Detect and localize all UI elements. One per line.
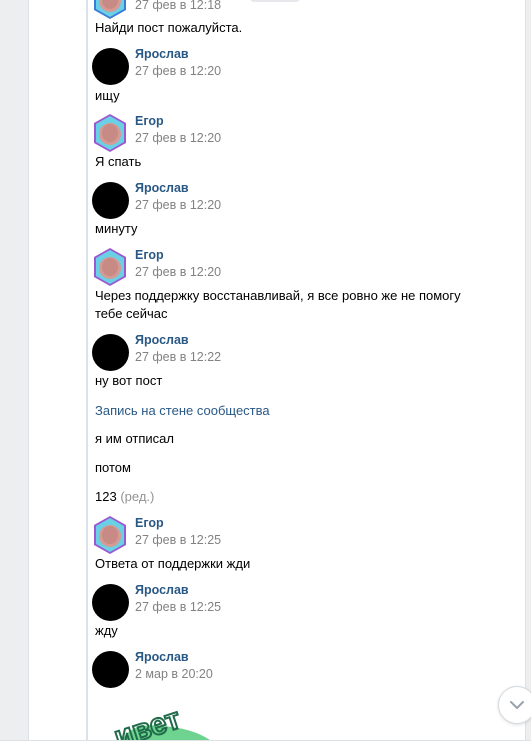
chevron-down-icon: [510, 701, 524, 709]
sticker[interactable]: ивет: [92, 692, 222, 740]
message-text: Я спать: [95, 154, 142, 169]
top-tab: [250, 0, 300, 2]
avatar-yaroslav[interactable]: [92, 584, 129, 621]
author-name[interactable]: Егор: [135, 114, 164, 128]
message-time[interactable]: 27 фев в 12:22: [135, 350, 221, 364]
message-text: потом: [95, 460, 131, 475]
message-text: Найди пост пожалуйста.: [95, 20, 243, 35]
wall-post-link[interactable]: Запись на стене сообщества: [95, 402, 495, 420]
message-time[interactable]: 27 фев в 12:20: [135, 64, 221, 78]
avatar-egor[interactable]: [90, 515, 130, 555]
message-time[interactable]: 27 фев в 12:25: [135, 600, 221, 614]
bottom-bar: [0, 740, 531, 751]
message-time[interactable]: 27 фев в 12:20: [135, 198, 221, 212]
chat-history-page: 27 фев в 12:18 Найди пост пожалуйста. Яр…: [0, 0, 531, 751]
avatar-egor[interactable]: [90, 247, 130, 287]
message-time[interactable]: 27 фев в 12:20: [135, 131, 221, 145]
avatar-yaroslav[interactable]: [92, 334, 129, 371]
author-name[interactable]: Егор: [135, 516, 164, 530]
message-text: минуту: [95, 221, 138, 236]
message-text: ищу: [95, 88, 120, 103]
message-text: жду: [95, 623, 118, 638]
edited-message: 123 (ред.): [95, 488, 495, 506]
message-time[interactable]: 2 мар в 20:20: [135, 667, 213, 681]
scroll-down-button[interactable]: [498, 686, 531, 724]
edited-label[interactable]: (ред.): [120, 489, 154, 504]
avatar-yaroslav[interactable]: [92, 182, 129, 219]
message-time[interactable]: 27 фев в 12:20: [135, 265, 221, 279]
sticker-text: ивет: [110, 702, 184, 740]
message-time[interactable]: 27 фев в 12:18: [135, 0, 221, 12]
message-text: ну вот пост: [95, 373, 163, 388]
forwarded-quote-line: [86, 0, 88, 740]
message-text: 123: [95, 489, 117, 504]
author-name[interactable]: Ярослав: [135, 583, 189, 597]
author-name[interactable]: Ярослав: [135, 333, 189, 347]
avatar-yaroslav[interactable]: [92, 651, 129, 688]
author-name[interactable]: Ярослав: [135, 47, 189, 61]
author-name[interactable]: Егор: [135, 248, 164, 262]
message-time[interactable]: 27 фев в 12:25: [135, 533, 221, 547]
author-name[interactable]: Ярослав: [135, 650, 189, 664]
message-text: Ответа от поддержки жди: [95, 556, 251, 571]
avatar-egor[interactable]: [90, 0, 130, 20]
author-name[interactable]: Ярослав: [135, 181, 189, 195]
message-text: Через поддержку восстанавливай, я все ро…: [95, 288, 461, 321]
avatar-yaroslav[interactable]: [92, 48, 129, 85]
message-text: я им отписал: [95, 431, 174, 446]
avatar-egor[interactable]: [90, 113, 130, 153]
